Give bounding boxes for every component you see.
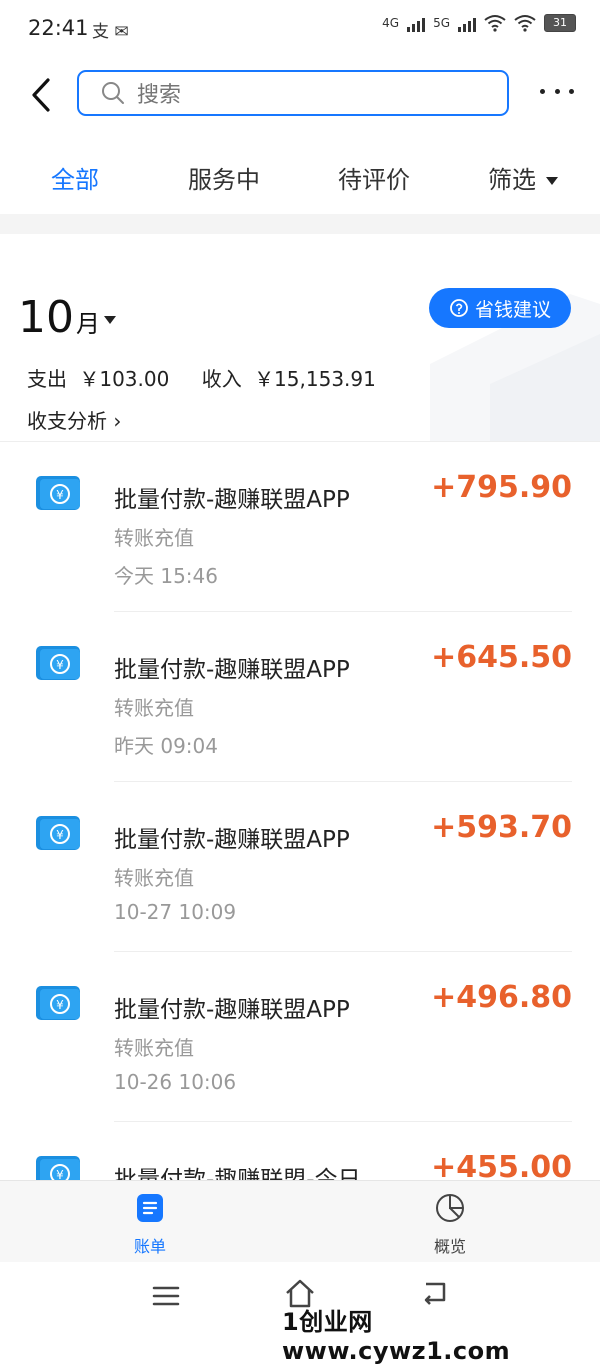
svg-text:¥: ¥	[56, 658, 64, 672]
filter-tabs: 全部 服务中 待评价 筛选	[0, 140, 600, 215]
svg-text:¥: ¥	[56, 1168, 64, 1180]
expense-label: 支出	[27, 367, 67, 391]
transaction-time: 昨天 09:04	[114, 734, 218, 758]
tab-filter[interactable]: 筛选	[488, 160, 558, 195]
transaction-title: 批量付款-趣赚联盟APP	[114, 487, 350, 513]
transfer-wallet-icon: ¥	[36, 646, 80, 680]
background-decoration	[430, 294, 600, 441]
transaction-amount: +455.00	[431, 1150, 572, 1180]
more-options-icon[interactable]	[540, 84, 574, 98]
income-expense-analysis-link[interactable]: 收支分析 ›	[27, 405, 121, 434]
search-box[interactable]	[77, 70, 509, 116]
tab-all[interactable]: 全部	[51, 160, 99, 195]
month-selector[interactable]: 10月	[18, 292, 116, 343]
expense-income-line: 支出 ￥103.00 收入 ￥15,153.91	[27, 363, 382, 392]
transfer-wallet-icon: ¥	[36, 986, 80, 1020]
back-icon[interactable]	[22, 72, 62, 118]
signal-icon	[458, 14, 476, 32]
section-gap	[0, 214, 600, 234]
network-4g-label: 4G	[382, 16, 400, 30]
transaction-title: 批量付款-趣赚联盟APP	[114, 997, 350, 1023]
transaction-title: 批量付款-趣赚联盟-今日…	[114, 1167, 384, 1180]
nav-bills[interactable]: 账单	[110, 1193, 190, 1257]
transaction-time: 10-26 10:06	[114, 1070, 237, 1094]
expense-value: ￥103.00	[79, 367, 170, 391]
transaction-amount: +645.50	[431, 640, 572, 675]
transaction-title: 批量付款-趣赚联盟APP	[114, 657, 350, 683]
nav-bills-label: 账单	[133, 1237, 166, 1256]
caret-down-icon	[546, 177, 558, 185]
wifi-icon	[514, 15, 536, 32]
transfer-wallet-icon: ¥	[36, 1156, 80, 1180]
transaction-list: ¥ 批量付款-趣赚联盟APP +795.90 转账充值 今天 15:46 ¥ 批…	[0, 442, 600, 1180]
transaction-row[interactable]: ¥ 批量付款-趣赚联盟APP +645.50 转账充值 昨天 09:04	[0, 612, 600, 782]
income-value: ￥15,153.91	[254, 367, 376, 391]
tab-in-service[interactable]: 服务中	[188, 160, 260, 195]
transaction-amount: +496.80	[431, 980, 572, 1015]
transaction-row[interactable]: ¥ 批量付款-趣赚联盟APP +496.80 转账充值 10-26 10:06	[0, 952, 600, 1122]
menu-icon[interactable]	[152, 1284, 180, 1308]
status-bar: 22:41 支 ✉ 4G 5G 31	[0, 0, 600, 58]
transaction-category: 转账充值	[114, 866, 194, 890]
transaction-title: 批量付款-趣赚联盟APP	[114, 827, 350, 853]
transaction-time: 10-27 10:09	[114, 900, 237, 924]
transfer-wallet-icon: ¥	[36, 816, 80, 850]
nav-overview-label: 概览	[433, 1237, 466, 1256]
transaction-row[interactable]: ¥ 批量付款-趣赚联盟APP +593.70 转账充值 10-27 10:09	[0, 782, 600, 952]
network-5g-label: 5G	[433, 16, 450, 30]
pie-chart-icon	[436, 1194, 464, 1222]
saving-tips-label: 省钱建议	[474, 298, 551, 321]
transaction-category: 转账充值	[114, 526, 194, 550]
saving-tips-button[interactable]: 省钱建议	[429, 288, 571, 328]
tab-pending-review[interactable]: 待评价	[338, 160, 410, 195]
transfer-wallet-icon: ¥	[36, 476, 80, 510]
status-time: 22:41	[28, 16, 89, 40]
month-summary: 10月 省钱建议 支出 ￥103.00 收入 ￥15,153.91 收支分析 ›	[0, 234, 600, 442]
bottom-navigation: 账单 概览	[0, 1180, 600, 1263]
tab-filter-label: 筛选	[488, 166, 536, 194]
month-number: 10	[18, 292, 74, 343]
svg-text:¥: ¥	[56, 828, 64, 842]
notification-icons: 支 ✉	[92, 22, 129, 42]
transaction-row[interactable]: ¥ 批量付款-趣赚联盟-今日… +455.00	[0, 1122, 600, 1180]
transaction-category: 转账充值	[114, 696, 194, 720]
transaction-time: 今天 15:46	[114, 564, 218, 588]
transaction-amount: +593.70	[431, 810, 572, 845]
bill-icon	[137, 1194, 163, 1222]
nav-overview[interactable]: 概览	[410, 1193, 490, 1257]
income-label: 收入	[201, 367, 242, 391]
svg-text:¥: ¥	[56, 998, 64, 1012]
battery-icon: 31	[544, 14, 576, 32]
month-suffix: 月	[76, 310, 100, 338]
status-indicators: 4G 5G 31	[382, 14, 576, 32]
search-icon	[102, 82, 124, 104]
wifi-icon	[484, 15, 506, 32]
search-input[interactable]	[135, 80, 479, 110]
transaction-amount: +795.90	[431, 470, 572, 505]
transaction-row[interactable]: ¥ 批量付款-趣赚联盟APP +795.90 转账充值 今天 15:46	[0, 442, 600, 612]
caret-down-icon	[104, 316, 116, 324]
watermark-text: 1创业网www.cywz1.com	[282, 1308, 511, 1365]
svg-text:¥: ¥	[56, 488, 64, 502]
top-bar	[0, 58, 600, 134]
signal-icon	[407, 14, 426, 32]
transaction-category: 转账充值	[114, 1036, 194, 1060]
lightbulb-icon	[450, 299, 468, 317]
